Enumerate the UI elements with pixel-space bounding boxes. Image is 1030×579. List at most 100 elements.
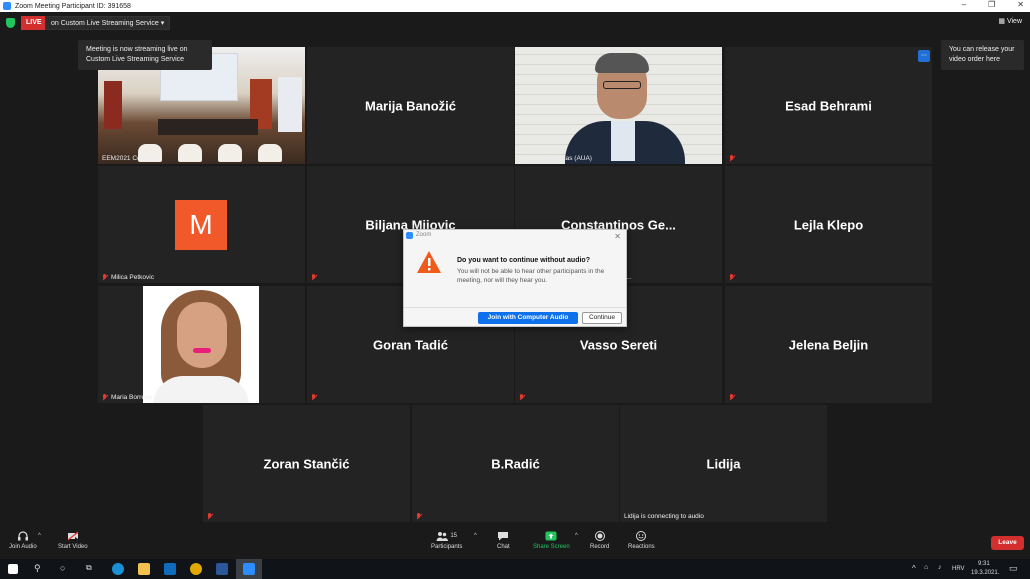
reactions-button[interactable]: Reactions [628,531,655,550]
video-tile[interactable]: B.Radić [412,405,619,522]
zoom-logo-icon [3,2,11,10]
grid-view-icon: ▦ [998,18,1005,25]
record-icon [594,531,605,541]
dialog-divider [404,307,626,308]
clock-date[interactable]: 19.3.2021. [971,570,999,576]
share-screen-icon [545,531,557,541]
audio-options-caret-icon[interactable]: ^ [38,533,41,539]
headphones-icon [17,531,28,541]
participants-caret-icon[interactable]: ^ [474,533,477,539]
muted-mic-icon [729,155,735,162]
reactions-icon [636,531,647,541]
start-video-label: Start Video [58,544,88,550]
restore-icon[interactable]: ❐ [988,0,995,9]
participant-label [416,513,422,520]
dialog-header: Zoom ✕ [404,230,626,241]
streaming-tooltip: Meeting is now streaming live on Custom … [78,40,212,70]
share-options-caret-icon[interactable]: ^ [575,533,578,539]
chrome-icon[interactable] [190,563,202,575]
continue-button[interactable]: Continue [582,312,622,324]
participant-label [519,394,525,401]
participant-name: B.Radić [491,456,540,471]
muted-mic-icon [729,274,735,281]
reactions-label: Reactions [628,544,655,550]
chat-label: Chat [497,544,510,550]
video-off-icon [67,531,79,541]
zoom-taskbar-icon[interactable] [243,563,255,575]
notifications-icon[interactable]: ▭ [1009,563,1018,574]
participant-label [729,274,735,281]
window-title: Zoom Meeting Participant ID: 391658 [15,2,131,10]
close-icon[interactable]: ✕ [1017,0,1024,9]
participant-label: Milica Petkovic [102,274,154,281]
record-button[interactable]: Record [590,531,609,550]
task-view-icon[interactable]: ⧉ [86,563,98,575]
participant-name: Goran Tadić [373,337,448,352]
live-badge[interactable]: LIVE [21,16,47,30]
file-explorer-icon[interactable] [138,563,150,575]
minimize-icon[interactable]: – [962,0,966,9]
participants-button[interactable]: 15 Participants [431,531,462,550]
stream-service-dropdown[interactable]: on Custom Live Streaming Service ▾ [45,16,171,30]
join-audio-label: Join Audio [9,544,37,550]
word-icon[interactable] [216,563,228,575]
join-computer-audio-button[interactable]: Join with Computer Audio [478,312,578,324]
participant-label [729,394,735,401]
language-indicator[interactable]: HRV [952,566,965,572]
network-icon[interactable]: ⌂ [924,564,928,571]
window-titlebar: Zoom Meeting Participant ID: 391658 – ❐ … [0,0,1030,12]
speaker-video [515,47,722,164]
video-tile[interactable]: Lejla Klepo [725,166,932,283]
participant-name: Esad Behrami [785,98,872,113]
participant-name: Lidija [706,456,741,471]
video-tile-active-speaker[interactable]: Apostolis Koutinas (AUA) [515,47,722,164]
meeting-top-strip: LIVE on Custom Live Streaming Service ▾ … [0,12,1030,34]
search-icon[interactable]: ⚲ [34,563,46,575]
share-screen-button[interactable]: Share Screen [533,531,570,550]
close-icon[interactable]: ✕ [614,231,621,242]
participant-photo [143,286,259,403]
participant-label: Lidija is connecting to audio [624,513,704,520]
clock-time[interactable]: 9:31 [978,561,990,567]
video-tile[interactable]: Esad Behrami [725,47,932,164]
participant-label: Maria Borrego [102,394,152,401]
cortana-icon[interactable]: ○ [60,563,72,575]
chat-icon [498,532,509,541]
video-tile[interactable]: Marija Banožić [307,47,514,164]
start-video-button[interactable]: Start Video [58,531,88,550]
muted-mic-icon [311,394,317,401]
participants-count: 15 [450,533,458,539]
participant-label [207,513,213,520]
avatar: M [175,200,227,250]
participant-name: Lejla Klepo [793,217,864,232]
meeting-toolbar: Join Audio ^ Start Video 15 Participants… [0,527,1030,559]
participant-label: EEM2021 Congress [102,155,161,162]
dialog-app-name: Zoom [416,232,432,238]
muted-mic-icon [519,394,525,401]
outlook-icon[interactable] [164,563,176,575]
chevron-down-icon: ▾ [160,20,165,27]
tray-chevron-up-icon[interactable]: ^ [912,564,916,573]
video-tile[interactable]: Zoran Stančić [203,405,410,522]
leave-button[interactable]: Leave [991,536,1024,550]
participant-label [311,274,317,281]
participant-label [311,394,317,401]
participant-name: Zoran Stančić [263,456,350,471]
view-button[interactable]: ▦ View [998,17,1022,25]
volume-icon[interactable]: ♪ [938,564,942,571]
join-audio-button[interactable]: Join Audio [9,531,37,550]
video-tile[interactable]: Lidija Lidija is connecting to audio [620,405,827,522]
share-screen-label: Share Screen [533,544,570,550]
windows-start-icon[interactable] [8,564,18,574]
video-order-icon[interactable]: ⋯ [918,50,930,62]
video-tile[interactable]: M Milica Petkovic [98,166,305,283]
windows-taskbar [0,559,1030,579]
video-tile[interactable]: Jelena Beljin [725,286,932,403]
edge-icon[interactable] [112,563,124,575]
video-tile[interactable]: Maria Borrego [98,286,305,403]
security-shield-icon[interactable] [6,18,15,28]
stream-service-label: on Custom Live Streaming Service [51,20,159,27]
muted-mic-icon [416,513,422,520]
chat-button[interactable]: Chat [497,531,510,550]
audio-dialog: Zoom ✕ Do you want to continue without a… [403,229,627,327]
